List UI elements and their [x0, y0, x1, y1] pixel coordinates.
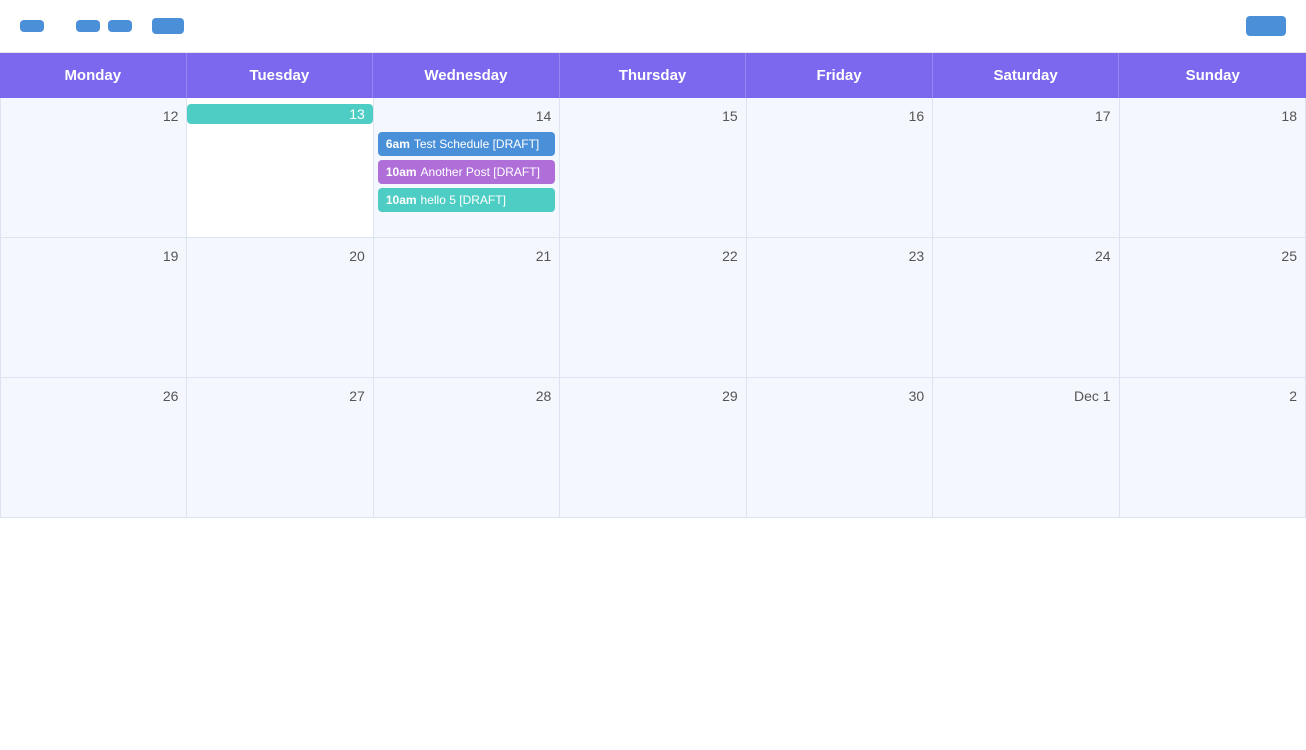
- date-number: 29: [560, 384, 745, 408]
- calendar-cell: 14 6am Test Schedule [DRAFT] 10am Another Po…: [374, 98, 560, 238]
- prev-button[interactable]: [20, 20, 44, 32]
- calendar-header-cell: Saturday: [933, 53, 1120, 98]
- date-number: Dec 1: [933, 384, 1118, 408]
- calendar-header-cell: Sunday: [1119, 53, 1306, 98]
- calendar-container: MondayTuesdayWednesdayThursdayFridaySatu…: [0, 53, 1306, 518]
- date-number: 24: [933, 244, 1118, 268]
- calendar-header-cell: Tuesday: [187, 53, 374, 98]
- calendar-cell: 17: [933, 98, 1119, 238]
- event-time: 6am: [386, 137, 410, 151]
- calendar-event[interactable]: 10am Another Post [DRAFT]: [378, 160, 555, 184]
- date-number: 27: [187, 384, 372, 408]
- date-number: 14: [374, 104, 559, 128]
- calendar-cell: 19: [1, 238, 187, 378]
- calendar-cell: 13: [187, 98, 373, 238]
- calendar-body: 121314 6am Test Schedule [DRAFT] 10am Anothe…: [0, 98, 1306, 518]
- top-bar: [0, 0, 1306, 53]
- calendar-cell: 25: [1120, 238, 1306, 378]
- event-title: Another Post [DRAFT]: [421, 165, 540, 179]
- event-time: 10am: [386, 193, 417, 207]
- date-number: 13: [187, 104, 372, 124]
- date-number: 17: [933, 104, 1118, 128]
- calendar-header: MondayTuesdayWednesdayThursdayFridaySatu…: [0, 53, 1306, 98]
- date-number: 19: [1, 244, 186, 268]
- show-today-button[interactable]: [152, 18, 184, 34]
- calendar-cell: 2: [1120, 378, 1306, 518]
- date-number: 20: [187, 244, 372, 268]
- calendar-cell: 30: [747, 378, 933, 518]
- calendar-cell: 24: [933, 238, 1119, 378]
- calendar-cell: 16: [747, 98, 933, 238]
- calendar-cell: 20: [187, 238, 373, 378]
- date-number: 22: [560, 244, 745, 268]
- nav-left: [20, 18, 184, 34]
- calendar-event[interactable]: 6am Test Schedule [DRAFT]: [378, 132, 555, 156]
- calendar-event[interactable]: 10am hello 5 [DRAFT]: [378, 188, 555, 212]
- calendar-cell: 22: [560, 238, 746, 378]
- date-number: 16: [747, 104, 932, 128]
- calendar-cell: Dec 1: [933, 378, 1119, 518]
- calendar-cell: 28: [374, 378, 560, 518]
- next-button[interactable]: [76, 20, 100, 32]
- calendar-cell: 29: [560, 378, 746, 518]
- date-number: 25: [1120, 244, 1305, 268]
- calendar-header-cell: Wednesday: [373, 53, 560, 98]
- date-number: 21: [374, 244, 559, 268]
- next-next-button[interactable]: [108, 20, 132, 32]
- date-number: 2: [1120, 384, 1305, 408]
- calendar-header-cell: Thursday: [560, 53, 747, 98]
- event-time: 10am: [386, 165, 417, 179]
- calendar-cell: 18: [1120, 98, 1306, 238]
- calendar-cell: 12: [1, 98, 187, 238]
- date-number: 28: [374, 384, 559, 408]
- date-number: 30: [747, 384, 932, 408]
- date-number: 15: [560, 104, 745, 128]
- calendar-cell: 15: [560, 98, 746, 238]
- events-area: 6am Test Schedule [DRAFT] 10am Another Post…: [374, 128, 559, 212]
- date-number: 12: [1, 104, 186, 128]
- date-number: 26: [1, 384, 186, 408]
- event-title: hello 5 [DRAFT]: [421, 193, 506, 207]
- calendar-header-cell: Monday: [0, 53, 187, 98]
- calendar-cell: 23: [747, 238, 933, 378]
- date-number: 23: [747, 244, 932, 268]
- calendar-cell: 27: [187, 378, 373, 518]
- calendar-cell: 21: [374, 238, 560, 378]
- date-number: 18: [1120, 104, 1305, 128]
- calendar-header-cell: Friday: [746, 53, 933, 98]
- show-unscheduled-button[interactable]: [1246, 16, 1286, 36]
- calendar-cell: 26: [1, 378, 187, 518]
- event-title: Test Schedule [DRAFT]: [414, 137, 539, 151]
